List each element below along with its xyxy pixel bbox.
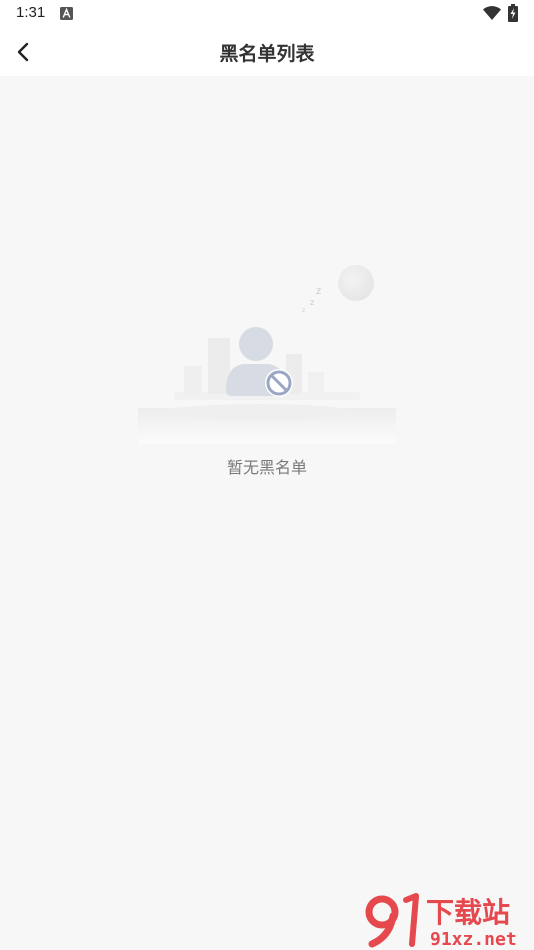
svg-text:z: z xyxy=(310,298,314,307)
wifi-icon xyxy=(483,6,501,20)
svg-text:下载站: 下载站 xyxy=(426,896,510,929)
a-notification-icon xyxy=(60,7,73,20)
svg-text:91xz.net: 91xz.net xyxy=(430,929,517,950)
svg-text:z: z xyxy=(302,307,305,314)
battery-charging-icon xyxy=(508,4,518,22)
nav-bar: 黑名单列表 xyxy=(0,28,534,76)
status-bar: 1:31 xyxy=(0,0,534,28)
status-time: 1:31 xyxy=(16,4,46,21)
empty-message: 暂无黑名单 xyxy=(226,458,307,477)
page-title: 黑名单列表 xyxy=(219,43,315,65)
watermark-logo: 下载站 91xz.net xyxy=(365,893,517,950)
blocked-user-icon: z z z xyxy=(138,265,396,444)
svg-text:z: z xyxy=(316,286,321,297)
